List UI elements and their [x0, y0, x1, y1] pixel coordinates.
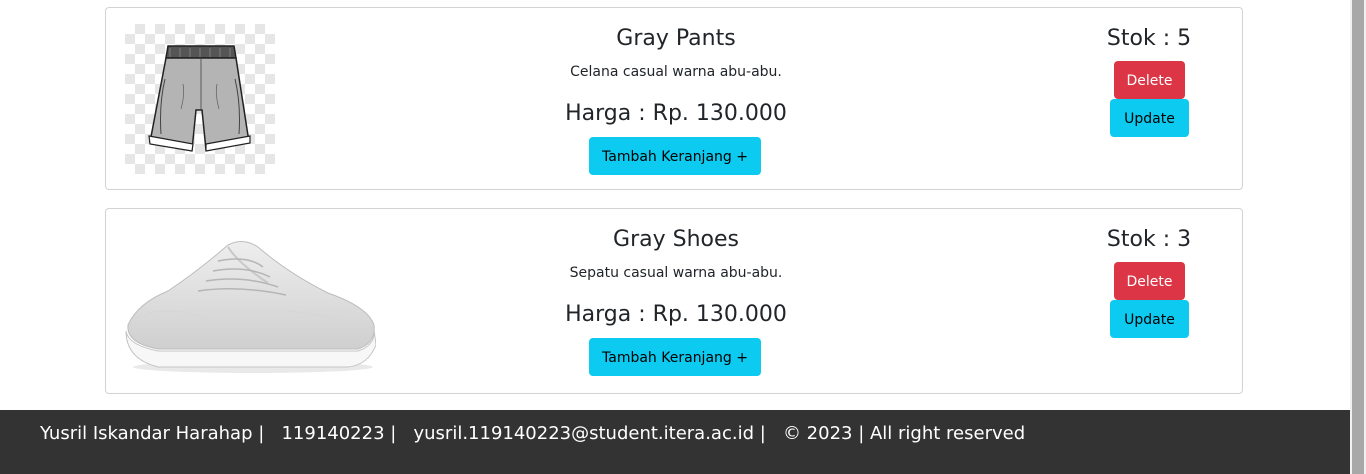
footer: Yusril Iskandar Harahap | 119140223 | yu… [0, 410, 1350, 474]
delete-button[interactable]: Delete [1114, 262, 1185, 300]
page: Gray Pants Celana casual warna abu-abu. … [0, 0, 1350, 474]
shoe-image [125, 241, 377, 373]
product-stock: Stok : 3 [1106, 227, 1192, 252]
delete-button[interactable]: Delete [1114, 61, 1185, 99]
product-card: Gray Pants Celana casual warna abu-abu. … [105, 7, 1243, 190]
add-to-cart-button[interactable]: Tambah Keranjang + [589, 137, 761, 175]
product-stock: Stok : 5 [1106, 26, 1192, 51]
product-description: Celana casual warna abu-abu. [570, 64, 782, 80]
vertical-scrollbar[interactable] [1350, 0, 1366, 474]
update-button[interactable]: Update [1110, 99, 1189, 137]
product-card: Gray Shoes Sepatu casual warna abu-abu. … [105, 208, 1243, 394]
product-image [118, 233, 377, 375]
product-title: Gray Pants [616, 26, 736, 51]
product-price: Harga : Rp. 130.000 [565, 302, 787, 327]
add-to-cart-button[interactable]: Tambah Keranjang + [589, 338, 761, 376]
pants-image [148, 45, 251, 152]
product-description: Sepatu casual warna abu-abu. [569, 265, 783, 281]
scrollbar-thumb[interactable] [1352, 0, 1364, 474]
product-price: Harga : Rp. 130.000 [565, 101, 787, 126]
product-image [125, 24, 275, 174]
product-title: Gray Shoes [613, 227, 739, 252]
footer-text: Yusril Iskandar Harahap | 119140223 | yu… [40, 423, 1026, 444]
update-button[interactable]: Update [1110, 300, 1189, 338]
